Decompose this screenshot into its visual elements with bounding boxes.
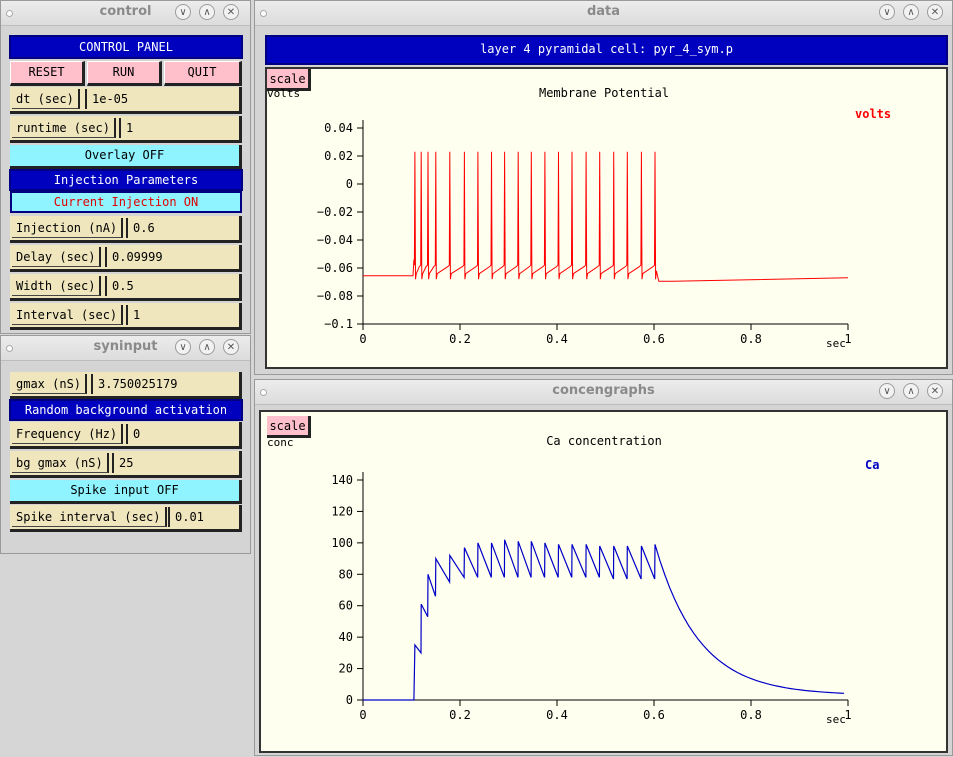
delay-input[interactable]: 0.09999 [105, 247, 237, 267]
frequency-input[interactable]: 0 [126, 424, 237, 444]
quit-button[interactable]: QUIT [164, 61, 242, 86]
gmax-field-row: gmax (nS) 3.750025179 [10, 372, 242, 399]
maximize-icon[interactable]: ∧ [199, 339, 215, 355]
frequency-label: Frequency (Hz) [12, 424, 124, 444]
injection-label: Injection (nA) [12, 218, 124, 238]
syninput-window: syninput ∨ ∧ ✕ gmax (nS) 3.750025179 Ran… [0, 335, 251, 554]
control-titlebar[interactable]: control ∨ ∧ ✕ [1, 1, 250, 26]
bg-gmax-field-row: bg gmax (nS) 25 [10, 451, 242, 478]
ca-x-tick-label: 0.2 [449, 708, 471, 722]
control-panel-header: CONTROL PANEL [9, 35, 243, 59]
minimize-icon[interactable]: ∨ [175, 339, 191, 355]
ca-y-tick-label: 20 [339, 662, 353, 676]
ca-x-tick-label: 0.4 [546, 708, 568, 722]
vm-y-tick-label: 0.02 [324, 149, 353, 163]
runtime-label: runtime (sec) [12, 118, 116, 138]
ca-y-tick-label: 40 [339, 630, 353, 644]
syninput-titlebar[interactable]: syninput ∨ ∧ ✕ [1, 336, 250, 361]
delay-field-row: Delay (sec) 0.09999 [10, 245, 242, 272]
injection-parameters-header: Injection Parameters [9, 169, 243, 191]
delay-label: Delay (sec) [12, 247, 102, 267]
control-window: control ∨ ∧ ✕ CONTROL PANEL RESET RUN QU… [0, 0, 251, 334]
vm-y-axis-label: volts [267, 87, 300, 100]
interval-field-row: Interval (sec) 1 [10, 303, 242, 330]
vm-y-tick-label: −0.06 [317, 261, 353, 275]
runtime-input[interactable]: 1 [119, 118, 237, 138]
width-field-row: Width (sec) 0.5 [10, 274, 242, 301]
dt-label: dt (sec) [12, 89, 80, 109]
vm-y-tick-label: −0.02 [317, 205, 353, 219]
vm-y-tick-label: −0.1 [324, 317, 353, 331]
overlay-toggle[interactable]: Overlay OFF [10, 145, 242, 169]
ca-legend: Ca [865, 458, 879, 472]
injection-field-row: Injection (nA) 0.6 [10, 216, 242, 243]
run-button[interactable]: RUN [87, 61, 162, 86]
dt-input[interactable]: 1e-05 [85, 89, 237, 109]
current-injection-toggle[interactable]: Current Injection ON [10, 191, 242, 213]
vm-y-tick-label: 0.04 [324, 121, 353, 135]
vm-x-tick-label: 0 [359, 332, 366, 346]
data-window: data ∨ ∧ ✕ layer 4 pyramidal cell: pyr_4… [254, 0, 953, 375]
close-icon[interactable]: ✕ [223, 4, 239, 20]
spike-input-toggle[interactable]: Spike input OFF [10, 480, 242, 504]
ca-x-axis-label: sec [826, 713, 846, 726]
reset-button[interactable]: RESET [10, 61, 85, 86]
dt-field-row: dt (sec) 1e-05 [10, 87, 242, 114]
maximize-icon[interactable]: ∧ [199, 4, 215, 20]
injection-input[interactable]: 0.6 [126, 218, 237, 238]
spike-interval-input[interactable]: 0.01 [168, 507, 237, 527]
vm-x-tick-label: 0.8 [740, 332, 762, 346]
frequency-field-row: Frequency (Hz) 0 [10, 422, 242, 449]
bg-gmax-label: bg gmax (nS) [12, 453, 109, 473]
bg-gmax-input[interactable]: 25 [112, 453, 237, 473]
ca-y-tick-label: 120 [331, 504, 353, 518]
vm-trace-line [363, 151, 849, 282]
spike-interval-label: Spike interval (sec) [12, 507, 167, 527]
runtime-field-row: runtime (sec) 1 [10, 116, 242, 143]
vm-legend: volts [855, 107, 891, 121]
width-input[interactable]: 0.5 [105, 276, 237, 296]
interval-label: Interval (sec) [12, 305, 124, 325]
vm-chart: 0 0.2 0.4 0.6 0.8 10.040.020−0.02−0.04−0.06−0… [267, 86, 891, 350]
ca-x-tick-label: 0.8 [740, 708, 762, 722]
ca-x-tick-label: 0.6 [643, 708, 665, 722]
ca-x-tick-label: 0 [359, 708, 366, 722]
minimize-icon[interactable]: ∨ [175, 4, 191, 20]
vm-y-tick-label: 0 [346, 177, 353, 191]
vm-y-tick-label: −0.04 [317, 233, 353, 247]
random-background-header: Random background activation [9, 399, 243, 421]
ca-chart-title: Ca concentration [546, 434, 662, 448]
width-label: Width (sec) [12, 276, 102, 296]
ca-y-tick-label: 0 [346, 693, 353, 707]
vm-y-tick-label: −0.08 [317, 289, 353, 303]
gmax-input[interactable]: 3.750025179 [91, 374, 237, 394]
vm-x-tick-label: 0.2 [449, 332, 471, 346]
interval-input[interactable]: 1 [126, 305, 237, 325]
vm-x-tick-label: 0.4 [546, 332, 568, 346]
ca-y-tick-label: 80 [339, 567, 353, 581]
spike-interval-field-row: Spike interval (sec) 0.01 [10, 505, 242, 532]
ca-y-tick-label: 60 [339, 599, 353, 613]
ca-y-tick-label: 140 [331, 473, 353, 487]
close-icon[interactable]: ✕ [223, 339, 239, 355]
vm-x-axis-label: sec [826, 337, 846, 350]
concengraphs-window: concengraphs ∨ ∧ ✕ scale 0 0.2 0.4 0.6 0.8 1 1… [254, 379, 953, 756]
vm-chart-title: Membrane Potential [539, 86, 669, 100]
gmax-label: gmax (nS) [12, 374, 88, 394]
ca-trace-line [363, 539, 845, 701]
ca-y-tick-label: 100 [331, 536, 353, 550]
vm-x-tick-label: 0.6 [643, 332, 665, 346]
ca-y-axis-label: conc [267, 436, 294, 449]
ca-chart: 0 0.2 0.4 0.6 0.8 1140120100806040200Ca conce… [267, 434, 879, 726]
